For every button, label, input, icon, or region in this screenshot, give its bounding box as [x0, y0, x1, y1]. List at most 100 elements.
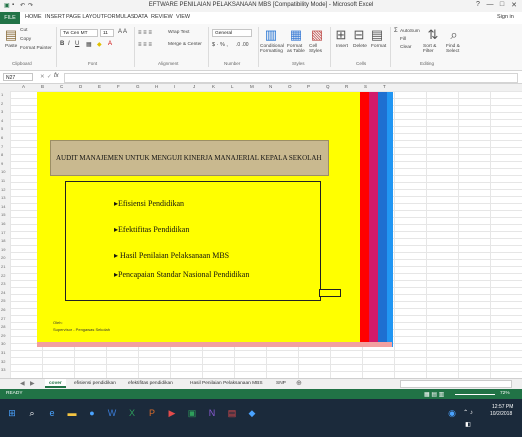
- column-header-cell[interactable]: Q: [326, 84, 330, 89]
- column-header-cell[interactable]: F: [117, 84, 120, 89]
- row-header-cell[interactable]: 32: [1, 359, 5, 364]
- column-header-cell[interactable]: I: [174, 84, 175, 89]
- row-header-cell[interactable]: 28: [1, 324, 5, 329]
- wrap-text-button[interactable]: Wrap Text: [168, 30, 189, 35]
- delete-cells-button[interactable]: Delete: [353, 44, 367, 49]
- format-as-table-icon[interactable]: ▦: [289, 28, 303, 41]
- tab-view[interactable]: VIEW: [176, 14, 190, 20]
- zoom-slider[interactable]: [455, 394, 495, 395]
- column-header-cell[interactable]: J: [193, 84, 195, 89]
- next-sheet-icon[interactable]: ▶: [30, 380, 35, 387]
- fx-icon[interactable]: fx: [54, 73, 59, 79]
- column-header-cell[interactable]: R: [345, 84, 348, 89]
- cell-styles-icon[interactable]: ▧: [310, 28, 324, 41]
- row-header-cell[interactable]: 15: [1, 212, 5, 217]
- onenote-icon[interactable]: N: [206, 407, 218, 419]
- delete-cells-icon[interactable]: ⊟: [352, 28, 366, 41]
- cancel-icon[interactable]: ✕: [40, 74, 45, 80]
- sign-in-link[interactable]: Sign in: [497, 14, 514, 20]
- row-header-cell[interactable]: 10: [1, 169, 5, 174]
- excel-taskbar-icon[interactable]: X: [126, 407, 138, 419]
- row-header-cell[interactable]: 26: [1, 307, 5, 312]
- format-cells-button[interactable]: Format: [371, 44, 386, 49]
- column-header-cell[interactable]: A: [22, 84, 25, 89]
- close-button[interactable]: ✕: [508, 1, 520, 11]
- name-box[interactable]: N27: [3, 73, 33, 81]
- align-top-icon[interactable]: ≡ ≡ ≡: [138, 30, 152, 36]
- bullet-box[interactable]: [65, 181, 321, 301]
- row-header-cell[interactable]: 31: [1, 350, 5, 355]
- row-header-cell[interactable]: 11: [1, 178, 5, 183]
- font-color-icon[interactable]: A: [108, 41, 112, 47]
- horizontal-scrollbar[interactable]: [400, 380, 512, 388]
- chrome-icon[interactable]: ●: [86, 407, 98, 419]
- row-header-cell[interactable]: 3: [1, 109, 3, 114]
- sheet-tab-efektifitas[interactable]: efektifitas pendidikan: [124, 379, 177, 388]
- row-header-cell[interactable]: 17: [1, 230, 5, 235]
- underline-icon[interactable]: U: [75, 41, 79, 47]
- row-header-cell[interactable]: 30: [1, 341, 5, 346]
- column-header-cell[interactable]: M: [250, 84, 254, 89]
- browser-icon[interactable]: e: [46, 407, 58, 419]
- copy-button[interactable]: Copy: [20, 37, 31, 42]
- column-header-cell[interactable]: K: [212, 84, 215, 89]
- conditional-formatting-icon[interactable]: ▥: [264, 28, 278, 41]
- column-header-cell[interactable]: S: [364, 84, 367, 89]
- sort-filter-icon[interactable]: ⇅: [426, 28, 440, 41]
- prev-sheet-icon[interactable]: ◀: [20, 380, 25, 387]
- row-header-cell[interactable]: 16: [1, 221, 5, 226]
- column-header-cell[interactable]: G: [136, 84, 140, 89]
- add-sheet-icon[interactable]: ⊕: [296, 379, 302, 387]
- clear-button[interactable]: Clear: [400, 45, 411, 50]
- enter-icon[interactable]: ✓: [47, 74, 52, 80]
- paste-button[interactable]: Paste: [5, 44, 17, 49]
- notification-area-icon[interactable]: ◉: [446, 407, 458, 419]
- row-header-cell[interactable]: 14: [1, 204, 5, 209]
- paste-icon[interactable]: ▤: [4, 28, 18, 41]
- sheet-tab-efisiensi[interactable]: efisiensi pendidikan: [70, 379, 120, 388]
- row-header-cell[interactable]: 8: [1, 152, 3, 157]
- insert-cells-button[interactable]: Insert: [336, 44, 348, 49]
- column-header-cell[interactable]: D: [79, 84, 82, 89]
- maximize-button[interactable]: □: [496, 1, 508, 11]
- row-header-cell[interactable]: 19: [1, 247, 5, 252]
- cell-styles-button[interactable]: Cell Styles: [309, 44, 327, 54]
- connector-rect[interactable]: [319, 289, 341, 297]
- row-header-cell[interactable]: 22: [1, 273, 5, 278]
- powerpoint-icon[interactable]: P: [146, 407, 158, 419]
- borders-icon[interactable]: ▦: [86, 41, 92, 48]
- column-header-cell[interactable]: B: [41, 84, 44, 89]
- row-header-cell[interactable]: 27: [1, 316, 5, 321]
- bold-icon[interactable]: B: [60, 41, 64, 47]
- insert-cells-icon[interactable]: ⊞: [334, 28, 348, 41]
- row-header-cell[interactable]: 18: [1, 238, 5, 243]
- row-header-cell[interactable]: 5: [1, 126, 3, 131]
- conditional-formatting-button[interactable]: Conditional Formatting: [260, 44, 286, 54]
- grow-font-icon[interactable]: A A: [118, 29, 127, 35]
- column-header-cell[interactable]: C: [60, 84, 63, 89]
- windows-start-icon[interactable]: ⊞: [6, 407, 18, 419]
- font-name-select[interactable]: Tw Cen MT: [60, 29, 98, 37]
- autosum-icon[interactable]: Σ: [394, 28, 398, 34]
- merge-center-button[interactable]: Merge & Center: [168, 42, 202, 47]
- column-header-cell[interactable]: P: [307, 84, 310, 89]
- fill-button[interactable]: Fill: [400, 37, 406, 42]
- sort-filter-button[interactable]: Sort & Filter: [423, 44, 445, 54]
- font-size-select[interactable]: 11: [100, 29, 114, 37]
- find-select-icon[interactable]: ⌕: [447, 28, 461, 41]
- row-header-cell[interactable]: 23: [1, 281, 5, 286]
- sheet-tab-hasil[interactable]: Hasil Penilaian Pelaksanaan MBS: [186, 379, 267, 388]
- row-header-cell[interactable]: 9: [1, 161, 3, 166]
- row-header-cell[interactable]: 24: [1, 290, 5, 295]
- help-button[interactable]: ?: [472, 1, 484, 11]
- autosum-button[interactable]: AutoSum: [400, 29, 420, 34]
- zoom-level[interactable]: 72%: [500, 391, 510, 396]
- currency-icon[interactable]: $ · % ,: [212, 42, 228, 48]
- word-icon[interactable]: W: [106, 407, 118, 419]
- column-header-cell[interactable]: N: [269, 84, 272, 89]
- row-header-cell[interactable]: 7: [1, 144, 3, 149]
- align-left-icon[interactable]: ≡ ≡ ≡: [138, 42, 152, 48]
- tray-icons[interactable]: ⌃ ♪ ◧: [462, 407, 474, 428]
- taskbar-date[interactable]: 10/2/2018: [490, 411, 512, 417]
- app-icon[interactable]: ▣: [186, 407, 198, 419]
